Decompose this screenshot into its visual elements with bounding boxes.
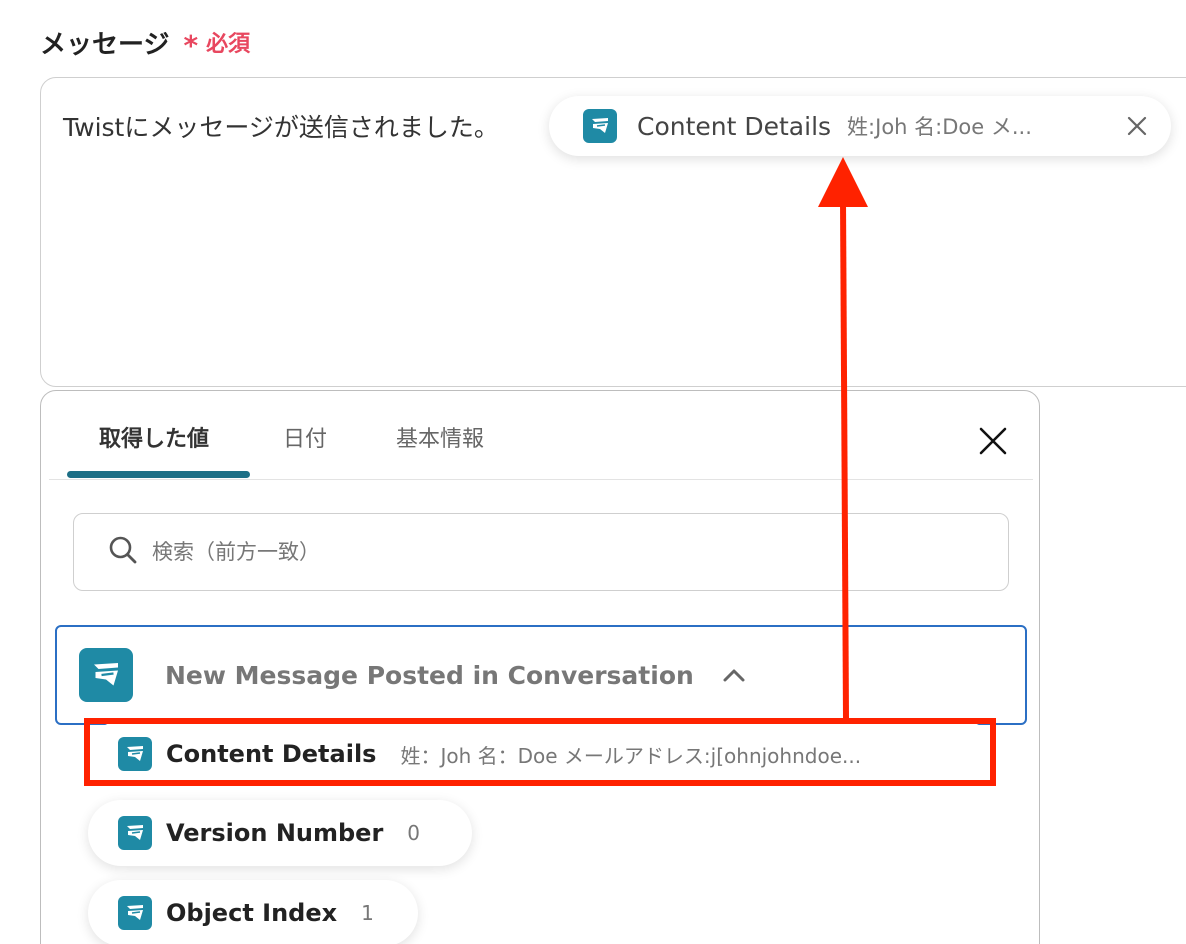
chip-name: Content Details xyxy=(637,111,832,141)
chevron-up-icon xyxy=(722,667,746,683)
search-input[interactable] xyxy=(150,539,914,565)
variable-chip-content-details[interactable]: Content Details 姓:Joh 名:Doe メ... xyxy=(549,96,1171,156)
list-item-content-details[interactable]: Content Details 姓：Joh 名：Doe メールアドレス:j[oh… xyxy=(88,721,996,787)
field-label-row: メッセージ * 必須 xyxy=(40,24,250,60)
list-item-version-number[interactable]: Version Number 0 xyxy=(88,800,472,866)
group-header-new-message[interactable]: New Message Posted in Conversation xyxy=(55,625,1027,725)
field-label: メッセージ xyxy=(40,29,170,60)
item-name: Content Details xyxy=(166,740,377,768)
message-text: Twistにメッセージが送信されました。 xyxy=(63,113,499,142)
item-name: Object Index xyxy=(166,899,338,927)
active-tab-indicator xyxy=(67,471,250,478)
list-item-object-index[interactable]: Object Index 1 xyxy=(88,880,418,944)
twist-app-icon xyxy=(118,737,152,771)
group-title: New Message Posted in Conversation xyxy=(165,660,694,690)
search-icon xyxy=(108,535,138,569)
search-field[interactable] xyxy=(73,513,1009,591)
chip-remove-icon[interactable] xyxy=(1123,112,1151,140)
tab-date[interactable]: 日付 xyxy=(283,421,327,453)
twist-app-icon xyxy=(118,896,152,930)
twist-app-icon xyxy=(583,109,617,143)
close-icon[interactable] xyxy=(975,423,1011,459)
required-text: 必須 xyxy=(206,32,251,57)
tab-basic-info[interactable]: 基本情報 xyxy=(396,421,484,453)
item-name: Version Number xyxy=(166,819,384,847)
item-value: 0 xyxy=(407,821,421,845)
chip-value: 姓:Joh 名:Doe メ... xyxy=(847,115,1032,139)
twist-app-icon xyxy=(118,816,152,850)
item-value: 1 xyxy=(361,901,374,925)
tab-bar: 取得した値 日付 基本情報 xyxy=(49,391,1033,480)
item-value: 姓：Joh 名：Doe メールアドレス:j[ohnjohndoe... xyxy=(400,743,862,768)
required-star: * xyxy=(183,29,199,62)
message-input[interactable]: Twistにメッセージが送信されました。 Content Details 姓:J… xyxy=(40,77,1186,387)
tab-acquired-values[interactable]: 取得した値 xyxy=(99,421,209,453)
twist-app-icon xyxy=(79,648,133,702)
